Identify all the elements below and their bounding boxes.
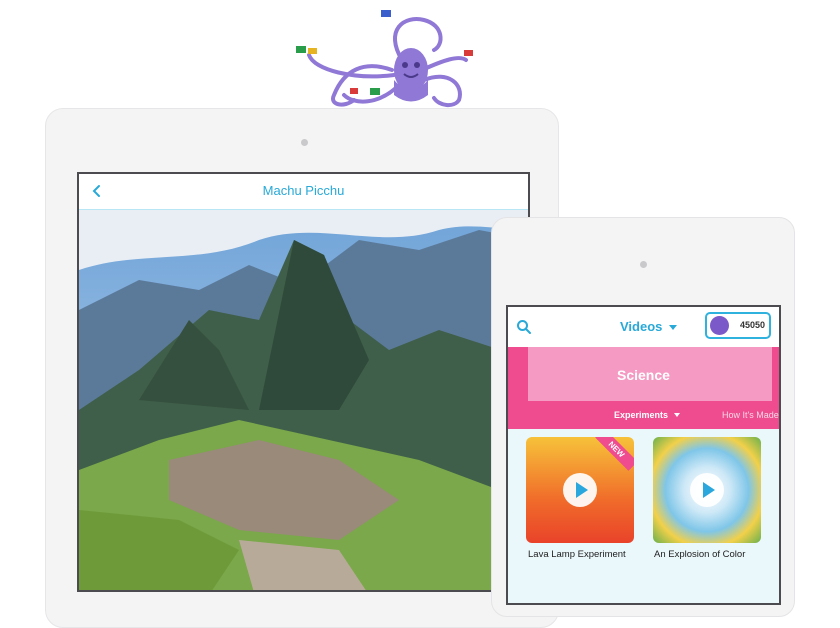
camera-dot: [301, 139, 308, 146]
small-tablet-screen: Videos 45050 Science Experiments How It'…: [506, 305, 781, 605]
top-bar: Machu Picchu: [79, 174, 528, 210]
search-icon[interactable]: [516, 319, 532, 335]
coins-count: 45050: [740, 320, 766, 330]
new-badge: NEW: [595, 437, 634, 471]
banner-title: Science: [617, 367, 670, 383]
video-card[interactable]: NEW: [526, 437, 634, 543]
tab-experiments[interactable]: Experiments: [614, 410, 668, 420]
video-list: NEW Lava Lamp Experiment An Explosion of…: [508, 429, 779, 603]
octopus-mascot: [296, 10, 473, 107]
page-title: Machu Picchu: [262, 183, 345, 198]
large-tablet-screen: Machu Picchu: [77, 172, 530, 592]
chevron-down-icon[interactable]: [669, 325, 677, 330]
section-title[interactable]: Videos: [620, 319, 662, 334]
video-card[interactable]: [653, 437, 761, 543]
tab-how-its-made[interactable]: How It's Made: [722, 410, 779, 420]
video-title[interactable]: Lava Lamp Experiment: [528, 549, 626, 560]
category-banner: Science Experiments How It's Made: [508, 347, 779, 429]
play-icon[interactable]: [563, 473, 597, 507]
video-title[interactable]: An Explosion of Color: [654, 549, 745, 560]
avatar-icon: [710, 316, 729, 335]
chevron-down-icon[interactable]: [674, 413, 680, 417]
camera-dot: [640, 261, 647, 268]
play-icon[interactable]: [690, 473, 724, 507]
large-tablet: Machu Picchu: [45, 108, 559, 628]
top-bar: Videos 45050: [508, 307, 779, 347]
small-tablet: Videos 45050 Science Experiments How It'…: [491, 217, 795, 617]
coins-badge[interactable]: 45050: [705, 312, 771, 339]
machu-picchu-photo: [79, 210, 528, 590]
